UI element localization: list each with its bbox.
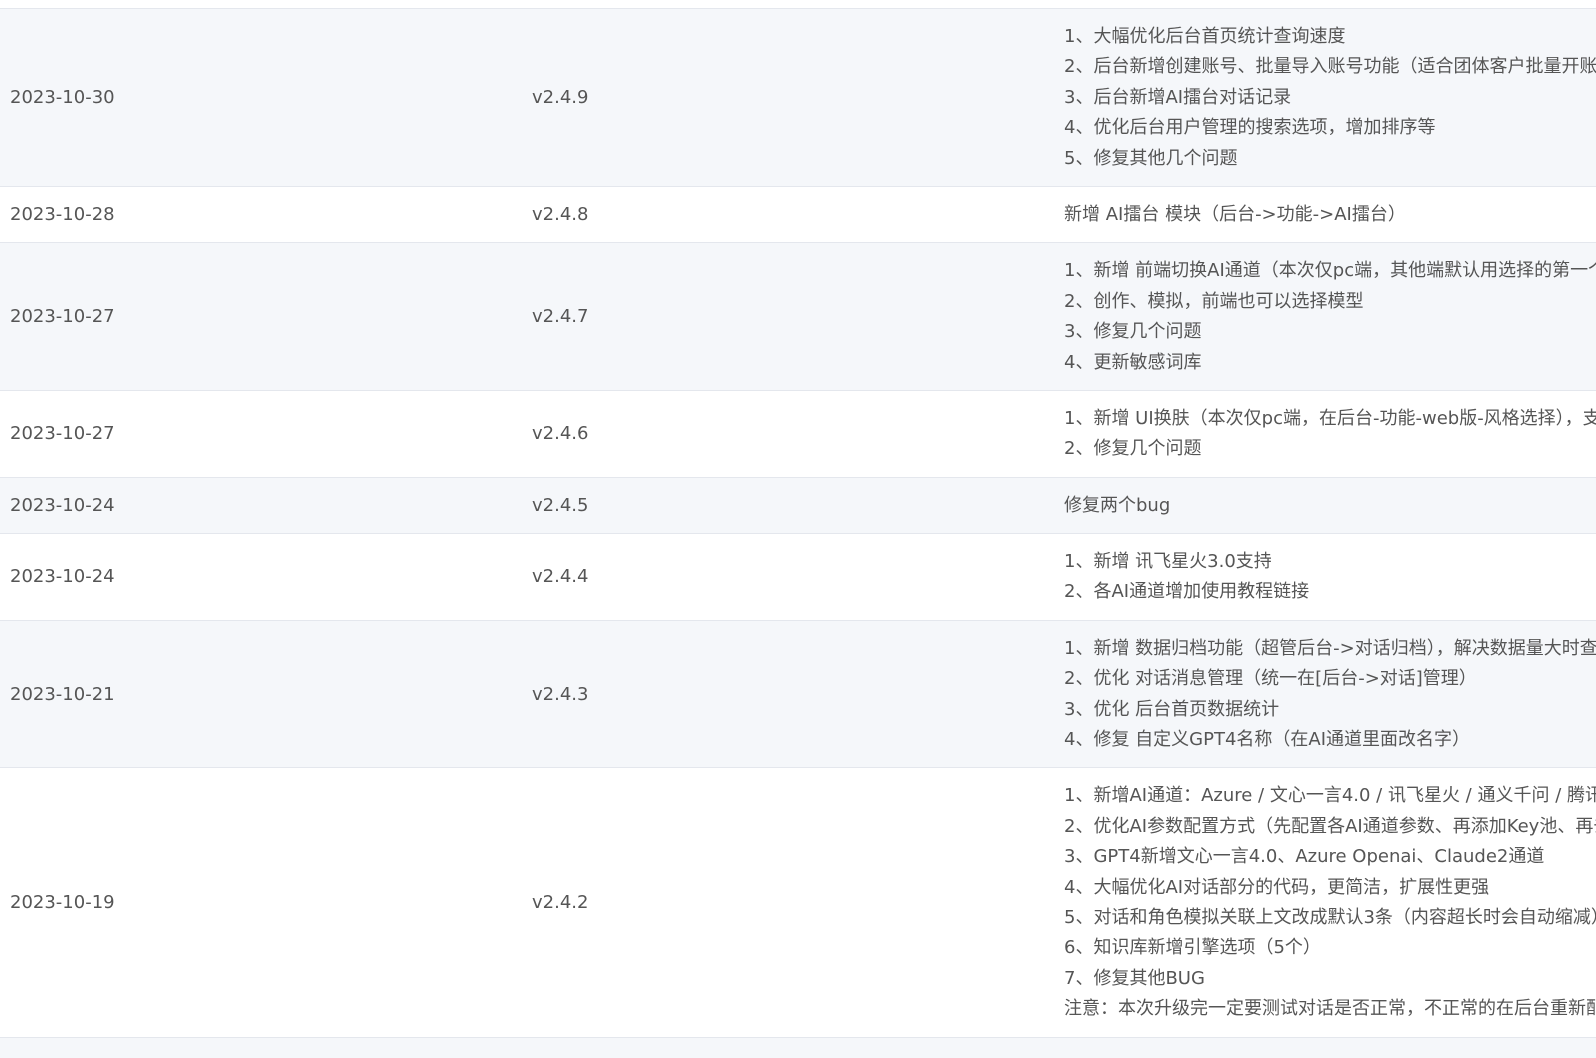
release-note-line: 2、创作、模拟，前端也可以选择模型	[1064, 290, 1364, 312]
release-version: v2.4.2	[532, 767, 1064, 1038]
release-note-line: 6、知识库新增引擎选项（5个）	[1064, 937, 1321, 959]
release-note-line: 1、新增 数据归档功能（超管后台->对话归档），解决数据量大时查询慢的问题	[1064, 637, 1596, 659]
table-next-row-edge	[0, 1036, 1596, 1058]
release-date: 2023-10-19	[0, 767, 532, 1038]
release-note-line: 3、GPT4新增文心一言4.0、Azure Openai、Claude2通道	[1064, 846, 1545, 868]
table-top-edge	[0, 0, 1596, 9]
release-note-line: 5、对话和角色模拟关联上文改成默认3条（内容超长时会自动缩减）	[1064, 906, 1596, 928]
release-version: v2.4.8	[532, 185, 1064, 243]
release-note-line: 2、后台新增创建账号、批量导入账号功能（适合团体客户批量开账号）	[1064, 56, 1596, 78]
release-date: 2023-10-27	[0, 389, 532, 478]
table-row: 2023-10-21 v2.4.3 1、新增 数据归档功能（超管后台->对话归档），…	[0, 619, 1596, 768]
release-note-line: 1、新增 讯飞星火3.0支持	[1064, 551, 1272, 573]
release-note-line: 1、新增 UI换肤（本次仅pc端，在后台-功能-web版-风格选择），支持自定义…	[1064, 407, 1596, 429]
table-row: 2023-10-27 v2.4.7 1、新增 前端切换AI通道（本次仅pc端，其他端…	[0, 242, 1596, 391]
release-note-line: 5、修复其他几个问题	[1064, 147, 1238, 169]
release-date: 2023-10-24	[0, 476, 532, 534]
release-notes: 1、新增 前端切换AI通道（本次仅pc端，其他端默认用选择的第一个），在【后台-…	[1064, 242, 1596, 391]
release-note-line: 1、大幅优化后台首页统计查询速度	[1064, 26, 1346, 47]
release-note-line: 1、新增 前端切换AI通道（本次仅pc端，其他端默认用选择的第一个），在【后台-…	[1064, 260, 1596, 282]
release-note-line: 新增 AI擂台 模块（后台->功能->AI擂台）	[1064, 203, 1406, 225]
release-note-line: 7、修复其他BUG	[1064, 967, 1205, 989]
release-date: 2023-10-27	[0, 242, 532, 391]
release-date: 2023-10-21	[0, 619, 532, 768]
release-notes: 1、大幅优化后台首页统计查询速度 2、后台新增创建账号、批量导入账号功能（适合团体…	[1064, 8, 1596, 187]
release-note-line: 注意：本次升级完一定要测试对话是否正常，不正常的在后台重新配置一下AI参数	[1064, 998, 1596, 1020]
release-date: 2023-10-28	[0, 185, 532, 243]
release-version: v2.4.9	[532, 8, 1064, 187]
release-version: v2.4.7	[532, 242, 1064, 391]
release-note-line: 4、修复 自定义GPT4名称（在AI通道里面改名字）	[1064, 729, 1471, 751]
release-note-line: 3、后台新增AI擂台对话记录	[1064, 86, 1292, 108]
release-note-line: 2、各AI通道增加使用教程链接	[1064, 581, 1310, 603]
table-row: 2023-10-24 v2.4.4 1、新增 讯飞星火3.0支持 2、各AI通道增加使…	[0, 533, 1596, 621]
table-row: 2023-10-19 v2.4.2 1、新增AI通道：Azure / 文心一言4.0…	[0, 767, 1596, 1038]
release-note-line: 4、大幅优化AI对话部分的代码，更简洁，扩展性更强	[1064, 876, 1490, 898]
release-version: v2.4.5	[532, 476, 1064, 534]
release-notes: 1、新增AI通道：Azure / 文心一言4.0 / 讯飞星火 / 通义千问 /…	[1064, 767, 1596, 1038]
release-version: v2.4.4	[532, 533, 1064, 621]
release-note-line: 1、新增AI通道：Azure / 文心一言4.0 / 讯飞星火 / 通义千问 /…	[1064, 785, 1596, 807]
table-row: 2023-10-30 v2.4.9 1、大幅优化后台首页统计查询速度 2、后台新增创建…	[0, 8, 1596, 187]
table-row: 2023-10-27 v2.4.6 1、新增 UI换肤（本次仅pc端，在后台-功能-…	[0, 389, 1596, 478]
release-note-line: 3、修复几个问题	[1064, 321, 1202, 343]
table-row: 2023-10-24 v2.4.5 修复两个bug	[0, 476, 1596, 534]
changelog-table: 2023-10-30 v2.4.9 1、大幅优化后台首页统计查询速度 2、后台新增创建…	[0, 0, 1596, 1058]
release-note-line: 2、优化AI参数配置方式（先配置各AI通道参数、再添加Key池、再去选择使用哪个…	[1064, 815, 1596, 837]
release-notes: 修复两个bug	[1064, 476, 1596, 534]
table-row: 2023-10-28 v2.4.8 新增 AI擂台 模块（后台->功能->AI擂台）	[0, 185, 1596, 243]
release-note-line: 2、修复几个问题	[1064, 438, 1202, 460]
release-notes: 1、新增 数据归档功能（超管后台->对话归档），解决数据量大时查询慢的问题 2、优…	[1064, 619, 1596, 768]
release-note-line: 3、优化 后台首页数据统计	[1064, 698, 1280, 720]
release-notes: 1、新增 讯飞星火3.0支持 2、各AI通道增加使用教程链接	[1064, 533, 1596, 621]
release-notes: 1、新增 UI换肤（本次仅pc端，在后台-功能-web版-风格选择），支持自定义…	[1064, 389, 1596, 478]
release-note-line: 2、优化 对话消息管理（统一在[后台->对话]管理）	[1064, 668, 1477, 690]
release-notes: 新增 AI擂台 模块（后台->功能->AI擂台）	[1064, 185, 1596, 243]
release-version: v2.4.3	[532, 619, 1064, 768]
release-note-line: 4、优化后台用户管理的搜索选项，增加排序等	[1064, 117, 1436, 139]
release-note-line: 修复两个bug	[1064, 494, 1171, 516]
release-note-line: 4、更新敏感词库	[1064, 351, 1202, 373]
release-date: 2023-10-30	[0, 8, 532, 187]
release-date: 2023-10-24	[0, 533, 532, 621]
release-version: v2.4.6	[532, 389, 1064, 478]
